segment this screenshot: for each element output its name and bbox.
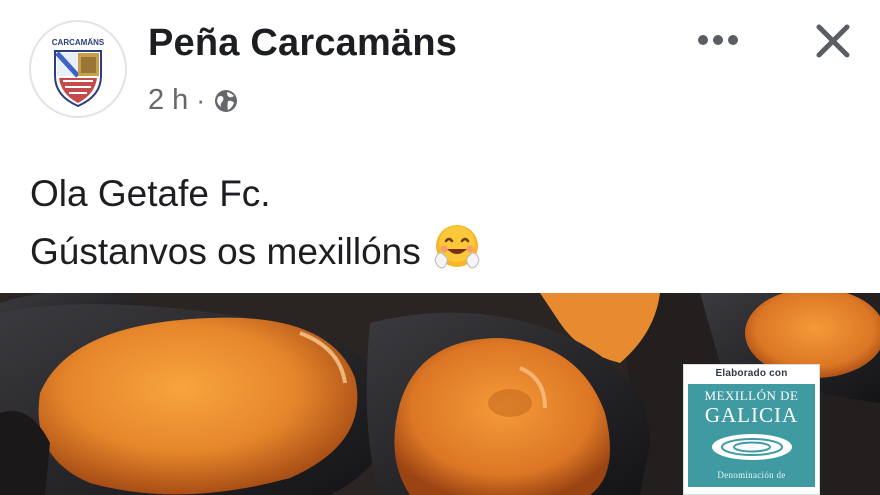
post-text-line-1: Ola Getafe Fc. [30,173,271,214]
page-name-link[interactable]: Peña Carcamäns [148,22,457,65]
post-timestamp[interactable]: 2 h [148,84,188,117]
label-title-line-2: GALICIA [704,403,799,427]
close-icon [816,24,850,58]
more-horizontal-icon [698,35,738,45]
more-options-button[interactable] [690,22,746,58]
facebook-post: CARCAMÄNS Peña Carcamäns 2 h · Ola Getaf… [0,0,880,495]
label-title-line-1: MEXILLÓN DE [704,388,799,403]
meta-separator: · [196,85,205,115]
club-crest-icon: CARCAMÄNS [34,25,122,113]
post-message: Ola Getafe Fc. Gústanvos os mexillóns [30,166,483,278]
mussel-logo-icon [711,434,792,460]
avatar-crest-text: CARCAMÄNS [52,38,105,47]
label-top-text: Elaborado con [715,368,788,379]
label-bottom-text: Denominación de [717,470,786,480]
close-button[interactable] [806,14,860,68]
page-avatar[interactable]: CARCAMÄNS [29,20,127,118]
post-text-line-2: Gústanvos os mexillóns [30,222,483,278]
globe-icon[interactable] [213,88,239,114]
post-meta: 2 h · [148,84,239,117]
post-text-line-2-label: Gústanvos os mexillóns [30,231,421,272]
hugging-face-emoji [431,222,483,290]
mexillon-galicia-label: Elaborado con MEXILLÓN DE GALICIA Denomi… [683,364,820,495]
label-teal-panel: MEXILLÓN DE GALICIA Denominación de [688,384,815,487]
